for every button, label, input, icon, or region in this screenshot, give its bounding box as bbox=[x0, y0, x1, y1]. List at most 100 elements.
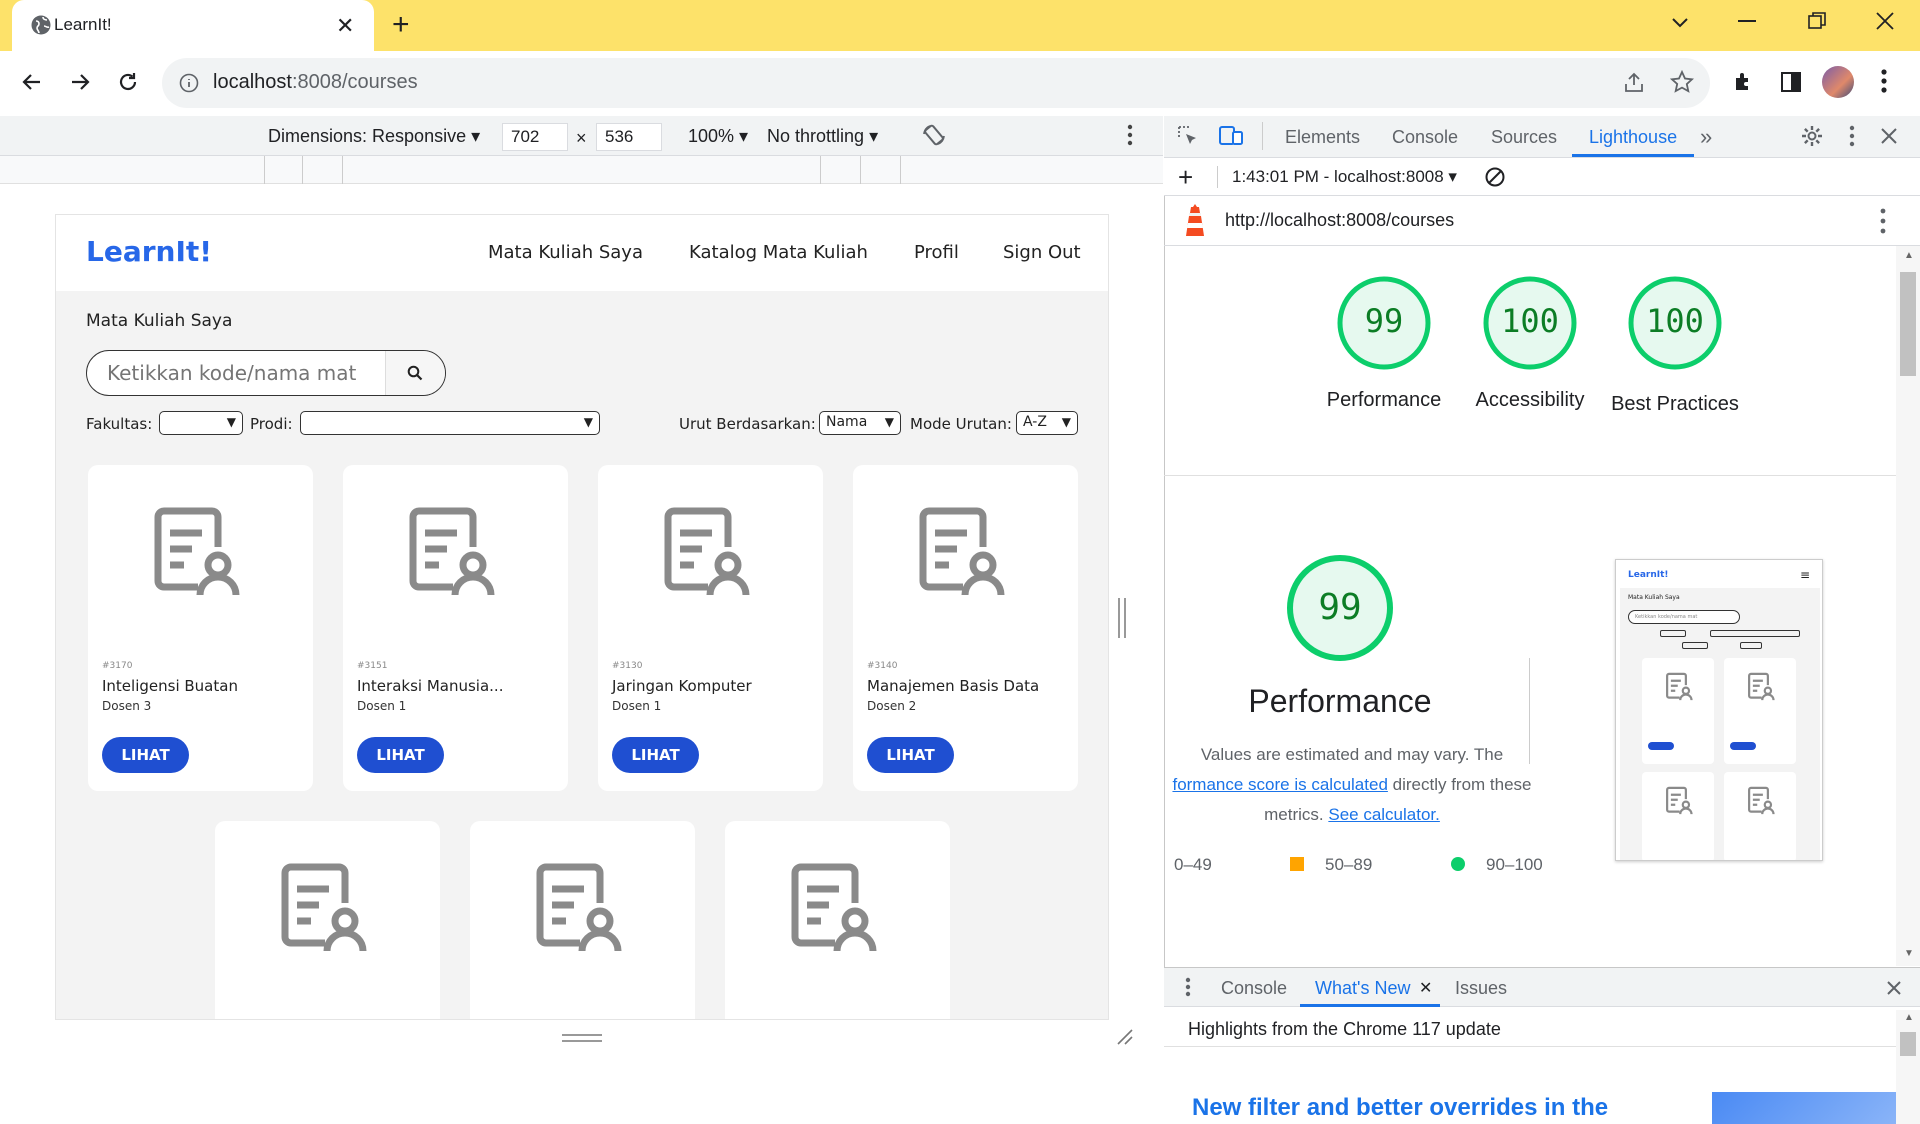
more-tabs-icon[interactable]: » bbox=[1700, 124, 1712, 150]
page-screenshot-thumbnail[interactable]: LearnIt! ≡ Mata Kuliah Saya Ketikkan kod… bbox=[1615, 559, 1823, 861]
report-url[interactable]: http://localhost:8008/courses bbox=[1225, 210, 1454, 231]
score-value-accessibility: 100 bbox=[1501, 302, 1559, 340]
prodi-select[interactable]: ▼ bbox=[300, 411, 600, 435]
sort-select[interactable]: Nama ▼ bbox=[819, 411, 901, 435]
course-search-input[interactable] bbox=[107, 361, 367, 385]
thumbnail-card bbox=[1642, 658, 1714, 764]
view-course-button[interactable]: LIHAT bbox=[357, 737, 444, 773]
tab-lighthouse[interactable]: Lighthouse bbox=[1589, 127, 1677, 148]
forward-icon[interactable] bbox=[68, 70, 92, 94]
drawer-tab-close-icon[interactable]: ✕ bbox=[1419, 978, 1432, 998]
site-info-icon[interactable] bbox=[179, 73, 199, 93]
scrollbar-thumb[interactable] bbox=[1900, 272, 1916, 376]
scrollbar-thumb[interactable] bbox=[1900, 1032, 1916, 1056]
fakultas-select[interactable]: ▼ bbox=[159, 411, 243, 435]
zoom-dropdown[interactable]: 100% ▾ bbox=[688, 126, 748, 147]
emulated-page: LearnIt! Mata Kuliah Saya Katalog Mata K… bbox=[56, 215, 1108, 1019]
height-input[interactable]: 536 bbox=[596, 123, 662, 151]
thumbnail-brand: LearnIt! bbox=[1628, 570, 1669, 580]
bookmark-star-icon[interactable] bbox=[1670, 70, 1694, 94]
scroll-up-arrow-icon[interactable]: ▲ bbox=[1904, 1012, 1914, 1023]
whats-new-highlight: Highlights from the Chrome 117 update bbox=[1188, 1019, 1501, 1039]
see-calculator-link[interactable]: See calculator. bbox=[1328, 805, 1440, 824]
course-lecturer: Dosen 3 bbox=[102, 699, 152, 713]
devtools-menu-icon[interactable] bbox=[1849, 125, 1855, 147]
dimensions-label: Dimensions: Responsive bbox=[268, 126, 467, 146]
tab-console[interactable]: Console bbox=[1392, 127, 1458, 148]
tab-close-icon[interactable]: ✕ bbox=[336, 13, 354, 39]
inspect-element-icon[interactable] bbox=[1176, 124, 1200, 148]
search-icon bbox=[407, 365, 423, 381]
score-label-accessibility: Accessibility bbox=[1475, 389, 1585, 411]
hamburger-icon: ≡ bbox=[1800, 568, 1811, 582]
report-menu-icon[interactable] bbox=[1880, 208, 1886, 234]
back-icon[interactable] bbox=[20, 70, 44, 94]
drawer-close-icon[interactable] bbox=[1886, 980, 1902, 996]
nav-katalog-mata-kuliah[interactable]: Katalog Mata Kuliah bbox=[689, 242, 868, 263]
browser-menu-icon[interactable] bbox=[1880, 68, 1888, 94]
divider bbox=[1529, 658, 1530, 764]
view-course-button[interactable]: LIHAT bbox=[867, 737, 954, 773]
side-panel-icon[interactable] bbox=[1780, 71, 1802, 93]
performance-section-title: Performance bbox=[1248, 683, 1432, 719]
tab-search-chevron-icon[interactable] bbox=[1670, 12, 1690, 32]
restore-icon[interactable] bbox=[1808, 12, 1826, 30]
tab-sources[interactable]: Sources bbox=[1491, 127, 1557, 148]
course-search bbox=[86, 350, 446, 396]
tab-elements[interactable]: Elements bbox=[1285, 127, 1360, 148]
thumbnail-sort bbox=[1628, 642, 1804, 650]
search-button[interactable] bbox=[385, 351, 445, 395]
viewport-resize-handle-bottom[interactable] bbox=[562, 1034, 602, 1042]
device-toolbar-menu-icon[interactable] bbox=[1127, 124, 1133, 146]
drawer-menu-icon[interactable] bbox=[1185, 977, 1191, 997]
report-scrollbar[interactable]: ▲ ▼ bbox=[1896, 246, 1920, 966]
clear-icon[interactable] bbox=[1484, 166, 1506, 188]
width-input[interactable]: 702 bbox=[502, 123, 568, 151]
divider bbox=[1164, 1046, 1896, 1047]
view-course-button[interactable]: LIHAT bbox=[612, 737, 699, 773]
url-text[interactable]: localhost:8008/courses bbox=[213, 71, 418, 94]
media-query-bar[interactable] bbox=[0, 156, 1163, 184]
nav-profil[interactable]: Profil bbox=[914, 242, 959, 263]
viewport-resize-corner-icon[interactable] bbox=[1114, 1026, 1134, 1046]
settings-gear-icon[interactable] bbox=[1800, 124, 1824, 148]
share-icon[interactable] bbox=[1622, 71, 1646, 95]
profile-avatar[interactable] bbox=[1822, 66, 1854, 98]
reload-icon[interactable] bbox=[116, 70, 140, 94]
dimensions-dropdown[interactable]: Dimensions: Responsive ▾ bbox=[268, 126, 480, 147]
rotate-icon[interactable] bbox=[921, 122, 947, 148]
window-close-icon[interactable] bbox=[1874, 10, 1896, 32]
fakultas-label: Fakultas: bbox=[86, 415, 153, 433]
sort-label: Urut Berdasarkan: bbox=[679, 415, 816, 433]
device-mode-icon[interactable] bbox=[1218, 124, 1244, 148]
divider bbox=[1262, 122, 1263, 150]
drawer-tab-console[interactable]: Console bbox=[1221, 978, 1287, 999]
order-select[interactable]: A-Z ▼ bbox=[1016, 411, 1078, 435]
course-lecturer: Dosen 1 bbox=[357, 699, 407, 713]
score-calculated-link[interactable]: formance score is calculated bbox=[1172, 775, 1387, 794]
new-tab-icon[interactable]: + bbox=[392, 10, 410, 40]
minimize-icon[interactable] bbox=[1738, 20, 1756, 22]
throttling-value: No throttling bbox=[767, 126, 865, 146]
devtools-close-icon[interactable] bbox=[1880, 127, 1898, 145]
nav-mata-kuliah-saya[interactable]: Mata Kuliah Saya bbox=[488, 242, 643, 263]
drawer-tab-issues[interactable]: Issues bbox=[1455, 978, 1507, 999]
site-brand-logo[interactable]: LearnIt! bbox=[86, 235, 212, 268]
scroll-up-arrow-icon[interactable]: ▲ bbox=[1904, 250, 1914, 261]
course-code: #3140 bbox=[867, 661, 898, 671]
view-course-button[interactable]: LIHAT bbox=[102, 737, 189, 773]
drawer-tab-whats-new[interactable]: What's New bbox=[1315, 978, 1410, 999]
course-code: #3170 bbox=[102, 661, 133, 671]
course-card bbox=[470, 821, 695, 1019]
report-selector[interactable]: 1:43:01 PM - localhost:8008 ▾ bbox=[1232, 167, 1457, 187]
viewport-resize-handle-right[interactable] bbox=[1118, 598, 1126, 638]
throttling-dropdown[interactable]: No throttling ▾ bbox=[767, 126, 878, 147]
extensions-icon[interactable] bbox=[1732, 70, 1756, 94]
scroll-down-arrow-icon[interactable]: ▼ bbox=[1904, 948, 1914, 959]
whats-new-headline[interactable]: New filter and better overrides in the bbox=[1192, 1094, 1608, 1122]
nav-sign-out[interactable]: Sign Out bbox=[1003, 242, 1081, 263]
new-report-icon[interactable]: + bbox=[1178, 164, 1193, 190]
description-text: directly from these bbox=[1387, 775, 1532, 794]
legend-average: 50–89 bbox=[1325, 855, 1373, 874]
drawer-scrollbar[interactable]: ▲ bbox=[1896, 1010, 1920, 1124]
